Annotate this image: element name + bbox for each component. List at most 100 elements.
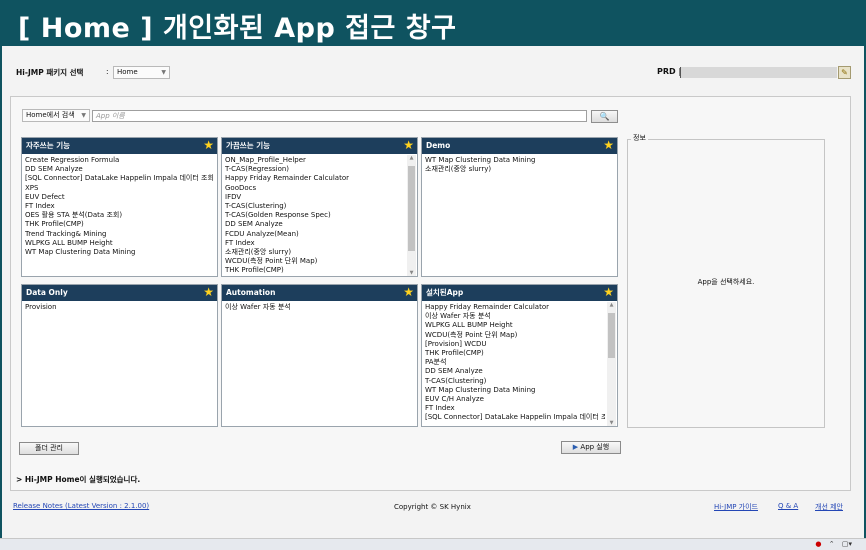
demo-header: Demo ★ bbox=[422, 138, 617, 154]
star-icon[interactable]: ★ bbox=[203, 285, 214, 300]
scroll-thumb[interactable] bbox=[608, 313, 615, 358]
list-item[interactable]: WCDU(측정 Point 단위 Map) bbox=[225, 257, 414, 266]
list-item[interactable]: WT Map Clustering Data Mining bbox=[425, 386, 605, 395]
system-tray: ● ⌃ ▢▾ bbox=[810, 540, 852, 548]
list-item[interactable]: FCDU Analyze(Mean) bbox=[225, 230, 414, 239]
list-item[interactable]: T-CAS(Clustering) bbox=[225, 202, 414, 211]
list-item[interactable]: ON_Map_Profile_Helper bbox=[225, 156, 414, 165]
list-item[interactable]: Happy Friday Remainder Calculator bbox=[225, 174, 414, 183]
list-item[interactable]: [SQL Connector] DataLake Happelin Impala… bbox=[425, 413, 605, 422]
guide-link[interactable]: Hi-JMP 가이드 bbox=[714, 502, 758, 512]
data-only-title: Data Only bbox=[26, 288, 68, 297]
installed-list: Happy Friday Remainder Calculator 이상 Wafe… bbox=[422, 301, 617, 425]
list-item[interactable]: DD SEM Analyze bbox=[225, 220, 414, 229]
prd-field bbox=[680, 67, 837, 78]
list-item[interactable]: 이상 Wafer 자동 분석 bbox=[225, 303, 414, 312]
occasional-panel: 가끔쓰는 기능 ★ ON_Map_Profile_Helper T-CAS(Reg… bbox=[221, 137, 418, 277]
star-icon[interactable]: ★ bbox=[603, 285, 614, 300]
star-icon[interactable]: ★ bbox=[403, 138, 414, 153]
package-select-value: Home bbox=[117, 68, 138, 76]
scroll-down-icon[interactable]: ▼ bbox=[607, 420, 616, 426]
list-item[interactable]: Provision bbox=[25, 303, 214, 312]
release-notes-link[interactable]: Release Notes (Latest Version : 2.1.00) bbox=[13, 502, 149, 510]
automation-panel: Automation ★ 이상 Wafer 자동 분석 bbox=[221, 284, 418, 427]
list-item[interactable]: 소재관리(중앙 slurry) bbox=[425, 165, 614, 174]
list-item[interactable]: EUV Defect bbox=[25, 193, 214, 202]
favorites-panel: 자주쓰는 기능 ★ Create Regression Formula DD SE… bbox=[21, 137, 218, 277]
title-banner: [ Home ] 개인화된 App 접근 창구 bbox=[0, 0, 866, 46]
edit-icon[interactable]: ✎ bbox=[838, 66, 851, 79]
list-item[interactable]: OES 활용 STA 분석(Data 조회) bbox=[25, 211, 214, 220]
taskbar: ● ⌃ ▢▾ bbox=[0, 538, 866, 550]
folder-manage-button[interactable]: 폴더 관리 bbox=[19, 442, 79, 455]
list-item[interactable]: 소재관리(중앙 slurry) bbox=[225, 248, 414, 257]
list-item[interactable]: THK Profile(CMP) bbox=[425, 349, 605, 358]
list-item[interactable]: Trend Tracking& Mining bbox=[25, 230, 214, 239]
star-icon[interactable]: ★ bbox=[403, 285, 414, 300]
scroll-down-icon[interactable]: ▼ bbox=[407, 270, 416, 276]
automation-header: Automation ★ bbox=[222, 285, 417, 301]
package-select[interactable]: Home ▼ bbox=[113, 66, 170, 79]
scroll-thumb[interactable] bbox=[408, 166, 415, 251]
demo-list: WT Map Clustering Data Mining 소재관리(중앙 slu… bbox=[422, 154, 617, 176]
list-item[interactable]: DD SEM Analyze bbox=[425, 367, 605, 376]
data-only-panel: Data Only ★ Provision bbox=[21, 284, 218, 427]
list-item[interactable]: Happy Friday Remainder Calculator bbox=[425, 303, 605, 312]
list-item[interactable]: PA분석 bbox=[425, 358, 605, 367]
automation-title: Automation bbox=[226, 288, 276, 297]
occasional-header: 가끔쓰는 기능 ★ bbox=[222, 138, 417, 154]
list-item[interactable]: GooDocs bbox=[225, 184, 414, 193]
copyright-text: Copyright © SK Hynix bbox=[394, 503, 471, 511]
demo-panel: Demo ★ WT Map Clustering Data Mining 소재관리… bbox=[421, 137, 618, 277]
list-item[interactable]: WLPKG ALL BUMP Height bbox=[25, 239, 214, 248]
list-item[interactable]: [SQL Connector] DataLake Happelin Impala… bbox=[25, 174, 214, 183]
list-item[interactable]: XPS bbox=[25, 184, 214, 193]
scroll-up-icon[interactable]: ▲ bbox=[407, 155, 416, 161]
list-item[interactable]: 이상 Wafer 자동 분석 bbox=[425, 312, 605, 321]
network-icon[interactable]: ⌃ bbox=[829, 540, 835, 548]
occasional-scrollbar[interactable]: ▲ ▼ bbox=[407, 155, 416, 276]
occasional-list: ON_Map_Profile_Helper T-CAS(Regression) Ha… bbox=[222, 154, 417, 278]
demo-title: Demo bbox=[426, 141, 451, 150]
package-select-label: Hi-JMP 패키지 선택 bbox=[16, 68, 84, 77]
run-app-button[interactable]: ▶ App 실행 bbox=[561, 441, 621, 454]
installed-title: 설치된App bbox=[426, 288, 464, 297]
list-item[interactable]: EUV C/H Analyze bbox=[425, 395, 605, 404]
search-scope-select[interactable]: Home에서 검색 ▼ bbox=[22, 109, 90, 122]
list-item[interactable]: WT Map Clustering Data Mining bbox=[25, 248, 214, 257]
list-item[interactable]: FT Index bbox=[225, 239, 414, 248]
installed-header: 설치된App ★ bbox=[422, 285, 617, 301]
list-item[interactable]: T-CAS(Clustering) bbox=[425, 377, 605, 386]
occasional-title: 가끔쓰는 기능 bbox=[226, 141, 271, 150]
installed-panel: 설치된App ★ Happy Friday Remainder Calculat… bbox=[421, 284, 618, 427]
list-item[interactable]: T-CAS(Regression) bbox=[225, 165, 414, 174]
star-icon[interactable]: ★ bbox=[603, 138, 614, 153]
record-icon[interactable]: ● bbox=[815, 540, 821, 548]
list-item[interactable]: THK Profile(CMP) bbox=[225, 266, 414, 275]
list-item[interactable]: FT Index bbox=[25, 202, 214, 211]
chevron-down-icon: ▼ bbox=[81, 112, 86, 119]
chevron-down-icon: ▼ bbox=[161, 69, 166, 76]
list-item[interactable]: WT Map Clustering Data Mining bbox=[425, 156, 614, 165]
list-item[interactable]: WLPKG ALL BUMP Height bbox=[425, 321, 605, 330]
automation-list: 이상 Wafer 자동 분석 bbox=[222, 301, 417, 314]
qa-link[interactable]: Q & A bbox=[778, 502, 798, 510]
list-item[interactable]: FT Index bbox=[425, 404, 605, 413]
window-icon[interactable]: ▢▾ bbox=[842, 540, 852, 548]
scroll-up-icon[interactable]: ▲ bbox=[607, 302, 616, 308]
favorites-header: 자주쓰는 기능 ★ bbox=[22, 138, 217, 154]
installed-scrollbar[interactable]: ▲ ▼ bbox=[607, 302, 616, 426]
star-icon[interactable]: ★ bbox=[203, 138, 214, 153]
search-input[interactable]: App 이름 bbox=[92, 110, 587, 122]
list-item[interactable]: IFDV bbox=[225, 193, 414, 202]
list-item[interactable]: WCDU(측정 Point 단위 Map) bbox=[425, 331, 605, 340]
list-item[interactable]: [Provision] WCDU bbox=[425, 340, 605, 349]
list-item[interactable]: T-CAS(Golden Response Spec) bbox=[225, 211, 414, 220]
suggest-link[interactable]: 개선 제안 bbox=[815, 502, 843, 512]
list-item[interactable]: THK Profile(CMP) bbox=[25, 220, 214, 229]
data-only-header: Data Only ★ bbox=[22, 285, 217, 301]
search-button[interactable]: 🔍 bbox=[591, 110, 618, 123]
list-item[interactable]: Create Regression Formula bbox=[25, 156, 214, 165]
list-item[interactable]: DD SEM Analyze bbox=[25, 165, 214, 174]
info-title: 정보 bbox=[631, 133, 648, 143]
